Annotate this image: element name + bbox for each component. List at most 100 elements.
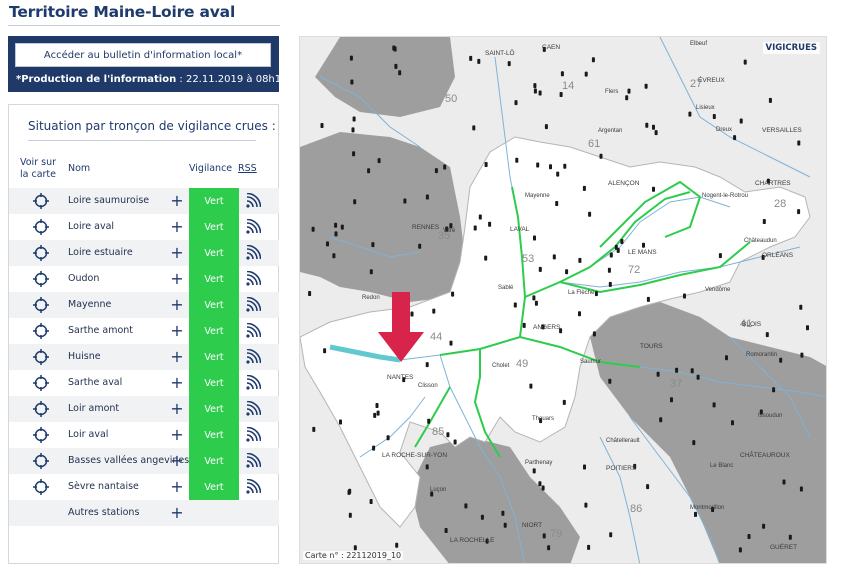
station-marker (371, 242, 375, 248)
station-marker (656, 371, 660, 377)
troncon-name[interactable]: Loire aval (68, 221, 114, 232)
expand-plus-icon[interactable]: + (170, 426, 184, 444)
header-vigilance: Vigilance (189, 163, 233, 174)
station-marker (449, 340, 453, 346)
expand-plus-icon[interactable]: + (170, 192, 184, 210)
station-marker (772, 387, 776, 393)
troncon-name[interactable]: Mayenne (68, 299, 111, 310)
crosshair-icon[interactable] (32, 400, 50, 418)
table-row: Oudon + Vert (9, 266, 279, 292)
city-label: TOURS (640, 343, 663, 350)
expand-plus-icon[interactable]: + (170, 478, 184, 496)
rss-icon[interactable] (245, 374, 262, 391)
department-number: 28 (774, 198, 786, 210)
expand-plus-icon[interactable]: + (170, 374, 184, 392)
table-row: Loire saumuroise + Vert (9, 188, 279, 214)
crosshair-icon[interactable] (32, 348, 50, 366)
station-marker (644, 83, 648, 89)
expand-plus-icon[interactable]: + (170, 322, 184, 340)
station-marker (334, 222, 338, 228)
expand-plus-icon[interactable]: + (170, 504, 184, 522)
bulletin-button[interactable]: Accéder au bulletin d'information local* (15, 43, 271, 67)
expand-plus-icon[interactable]: + (170, 400, 184, 418)
station-marker (712, 402, 716, 408)
station-marker (377, 158, 381, 164)
expand-plus-icon[interactable]: + (170, 244, 184, 262)
expand-plus-icon[interactable]: + (170, 218, 184, 236)
troncon-name[interactable]: Sarthe amont (68, 325, 133, 336)
station-marker (646, 484, 650, 490)
crosshair-icon[interactable] (32, 192, 50, 210)
troncon-name[interactable]: Loire estuaire (68, 247, 133, 258)
station-marker (372, 445, 376, 451)
city-label: Redon (362, 295, 380, 301)
crosshair-icon[interactable] (32, 244, 50, 262)
station-marker (733, 135, 737, 141)
station-marker (799, 304, 803, 310)
city-label: Elbeuf (690, 41, 707, 47)
troncon-name[interactable]: Oudon (68, 273, 99, 284)
crosshair-icon[interactable] (32, 478, 50, 496)
rss-icon[interactable] (245, 218, 262, 235)
station-marker (488, 221, 492, 227)
troncon-name[interactable]: Sarthe aval (68, 377, 122, 388)
troncon-name[interactable]: Sèvre nantaise (68, 481, 139, 492)
station-marker (501, 510, 505, 516)
expand-plus-icon[interactable]: + (170, 296, 184, 314)
station-marker (694, 511, 697, 517)
crosshair-icon[interactable] (32, 374, 50, 392)
crosshair-icon[interactable] (32, 296, 50, 314)
troncon-name[interactable]: Huisne (68, 351, 101, 362)
rss-icon[interactable] (245, 400, 262, 417)
rss-icon[interactable] (245, 452, 262, 469)
rss-icon[interactable] (245, 192, 262, 209)
crosshair-icon[interactable] (32, 218, 50, 236)
station-marker (425, 194, 429, 200)
station-marker (534, 300, 538, 306)
rss-icon[interactable] (245, 322, 262, 339)
autres-stations-label[interactable]: Autres stations (68, 507, 139, 518)
table-row: Loire estuaire + Vert (9, 240, 279, 266)
station-marker (473, 225, 477, 231)
rss-icon[interactable] (245, 478, 262, 495)
station-marker (738, 547, 742, 553)
station-marker (394, 63, 398, 69)
rss-icon[interactable] (245, 348, 262, 365)
rss-icon[interactable] (245, 244, 262, 261)
station-marker (765, 332, 769, 338)
expand-plus-icon[interactable]: + (170, 452, 184, 470)
department-number: 49 (516, 358, 528, 370)
map-canvas[interactable]: 501461273553722844493741858679 SAINT-LÔC… (300, 37, 827, 564)
crosshair-icon[interactable] (32, 270, 50, 288)
crosshair-icon[interactable] (32, 426, 50, 444)
station-marker (609, 252, 613, 258)
city-label: ANGERS (533, 324, 561, 331)
troncon-name[interactable]: Loir amont (68, 403, 119, 414)
rss-icon[interactable] (245, 296, 262, 313)
station-marker (446, 432, 450, 438)
rss-icon[interactable] (245, 426, 262, 443)
city-label: ORLÉANS (762, 250, 794, 259)
city-label: Parthenay (525, 460, 552, 466)
station-marker (718, 253, 722, 259)
station-marker (562, 399, 566, 405)
table-row: Loir aval + Vert (9, 422, 279, 448)
station-marker (799, 486, 803, 492)
station-marker (782, 479, 786, 485)
expand-plus-icon[interactable]: + (170, 270, 184, 288)
header-rss[interactable]: RSS (238, 163, 257, 175)
expand-plus-icon[interactable]: + (170, 348, 184, 366)
crosshair-icon[interactable] (32, 452, 50, 470)
city-label: Montmorillon (690, 505, 724, 511)
troncon-name[interactable]: Loir aval (68, 429, 108, 440)
station-marker (659, 417, 663, 423)
station-marker (480, 514, 484, 520)
crosshair-icon[interactable] (32, 322, 50, 340)
vigilance-badge: Vert (189, 266, 239, 292)
vigilance-map[interactable]: 50 14 61 27 35 53 72 28 44 49 37 41 85 86 79 SAINT-LÔ C… (299, 36, 827, 564)
city-label: LE MANS (628, 249, 657, 256)
troncon-name[interactable]: Loire saumuroise (68, 195, 149, 206)
station-marker (743, 59, 747, 65)
vigilance-badge: Vert (189, 370, 239, 396)
rss-icon[interactable] (245, 270, 262, 287)
